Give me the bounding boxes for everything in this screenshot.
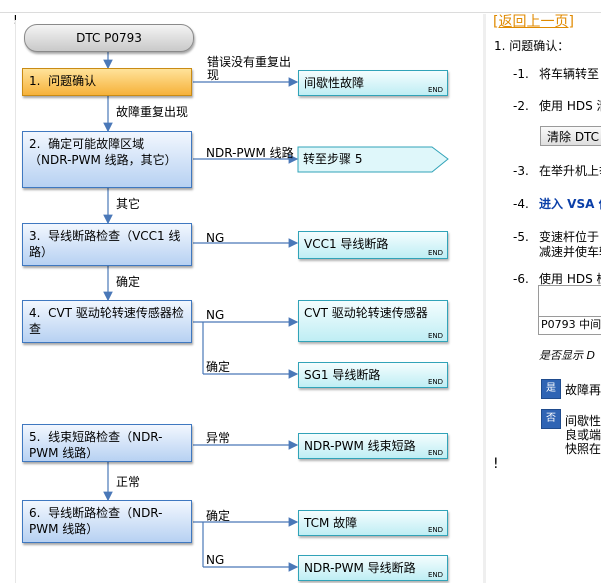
step-1-number: 1. xyxy=(29,74,41,88)
step-3-text: 导线断路检查（VCC1 线路） xyxy=(29,229,181,259)
item-5-number: -5. xyxy=(513,230,529,244)
step-3-vcc1-open[interactable]: 3. 导线断路检查（VCC1 线路） xyxy=(22,223,192,266)
step-6-text: 导线断路检查（NDR-PWM 线路） xyxy=(29,506,163,536)
label-other: 其它 xyxy=(116,197,141,211)
step-5-text: 线束短路检查（NDR-PWM 线路） xyxy=(29,430,163,460)
result-cvt-sensor[interactable]: CVT 驱动轮转速传感器 END xyxy=(298,300,448,342)
item-2-number: -2. xyxy=(513,99,529,113)
item-3-text: 在举升机上举 xyxy=(539,164,601,178)
label-ok-6: 确定 xyxy=(206,509,231,523)
step-4-number: 4. xyxy=(29,306,41,320)
end-marker: END xyxy=(427,378,443,386)
item-4-link[interactable]: 进入 VSA 倍 xyxy=(539,196,601,212)
result-ndr-open-text: NDR-PWM 导线断路 xyxy=(304,561,416,575)
result-cvt-sensor-text: CVT 驱动轮转速传感器 xyxy=(304,306,428,320)
item-2-text: 使用 HDS 清 xyxy=(539,99,601,113)
section-title: 1. 问题确认： xyxy=(494,39,570,53)
label-ndr-line: NDR-PWM 线路 xyxy=(206,146,294,160)
result-tcm-fault[interactable]: TCM 故障 END xyxy=(298,510,448,536)
label-repeat: 故障重复出现 xyxy=(116,105,189,119)
step-5-short-check[interactable]: 5. 线束短路检查（NDR-PWM 线路） xyxy=(22,424,192,462)
step-6-number: 6. xyxy=(29,506,41,520)
yes-text: 故障再 xyxy=(565,383,601,397)
warning-mark-bottom: ! xyxy=(493,456,499,472)
item-1-number: -1. xyxy=(513,67,529,81)
step-5-number: 5. xyxy=(29,430,41,444)
end-marker: END xyxy=(427,571,443,579)
label-ok-4: 确定 xyxy=(206,360,231,374)
item-4-number: -4. xyxy=(513,197,529,211)
result-vcc1-open-text: VCC1 导线断路 xyxy=(304,237,389,251)
question-text: 是否显示 D xyxy=(539,349,595,362)
result-sg1-open-text: SG1 导线断路 xyxy=(304,368,381,382)
end-marker: END xyxy=(427,449,443,457)
no-icon[interactable]: 否 xyxy=(541,409,561,429)
back-link[interactable]: 返回上一页 xyxy=(498,14,568,30)
label-ng-3: NG xyxy=(206,231,225,245)
label-normal: 正常 xyxy=(116,475,141,489)
step-4-text: CVT 驱动轮转速传感器检查 xyxy=(29,306,184,336)
step-4-cvt-sensor[interactable]: 4. CVT 驱动轮转速传感器检查 xyxy=(22,300,192,343)
result-intermittent[interactable]: 间歇性故障 END xyxy=(298,70,448,96)
yes-icon[interactable]: 是 xyxy=(541,379,561,399)
step-3-number: 3. xyxy=(29,229,41,243)
result-intermittent-text: 间歇性故障 xyxy=(304,76,365,90)
item-5-text: 变速杆位于 xyxy=(539,230,600,244)
label-ng-4: NG xyxy=(206,308,225,322)
label-abnormal: 异常 xyxy=(206,431,231,445)
result-tcm-fault-text: TCM 故障 xyxy=(304,516,358,530)
result-ndr-open[interactable]: NDR-PWM 导线断路 END xyxy=(298,555,448,581)
step-2-number: 2. xyxy=(29,137,41,151)
step-2-possible-area[interactable]: 2. 确定可能故障区域（NDR-PWM 线路，其它） xyxy=(22,131,192,188)
item-3-number: -3. xyxy=(513,164,529,178)
dtc-table-row: P0793 中间 xyxy=(539,316,601,333)
flow-start-dtc: DTC P0793 xyxy=(24,24,194,52)
label-no-repeat: 错误没有重复出现 xyxy=(207,55,292,82)
result-ndr-short-text: NDR-PWM 线束短路 xyxy=(304,439,416,453)
end-marker: END xyxy=(427,526,443,534)
item-1-text: 将车辆转至 xyxy=(539,67,600,81)
item-5-text-line2: 减速并使车辆 xyxy=(539,245,601,259)
step-2-text: 确定可能故障区域（NDR-PWM 线路，其它） xyxy=(29,137,177,167)
label-ng-6: NG xyxy=(206,553,225,567)
end-marker: END xyxy=(427,86,443,94)
result-sg1-open[interactable]: SG1 导线断路 END xyxy=(298,362,448,388)
label-ok-3: 确定 xyxy=(116,275,141,289)
result-goto-step5[interactable]: 转至步骤 5 xyxy=(303,151,362,167)
end-marker: END xyxy=(427,332,443,340)
vsa-link[interactable]: 进入 VSA 倍 xyxy=(539,197,601,211)
panel-divider xyxy=(483,14,486,583)
step-1-problem-confirm[interactable]: 1. 问题确认 xyxy=(22,68,192,96)
no-text-line3: 快照在 xyxy=(565,442,601,456)
step-1-text: 问题确认 xyxy=(48,74,97,88)
item-6-number: -6. xyxy=(513,272,529,286)
step-6-open-check[interactable]: 6. 导线断路检查（NDR-PWM 线路） xyxy=(22,500,192,543)
end-marker: END xyxy=(427,249,443,257)
result-ndr-short[interactable]: NDR-PWM 线束短路 END xyxy=(298,433,448,459)
result-vcc1-open[interactable]: VCC1 导线断路 END xyxy=(298,231,448,259)
back-link-row: [返回上一页] xyxy=(493,14,574,30)
back-bracket-close: ] xyxy=(568,14,574,30)
dtc-table: P0793 中间 xyxy=(538,285,601,335)
clear-dtc-button[interactable]: 清除 DTC xyxy=(540,126,601,146)
